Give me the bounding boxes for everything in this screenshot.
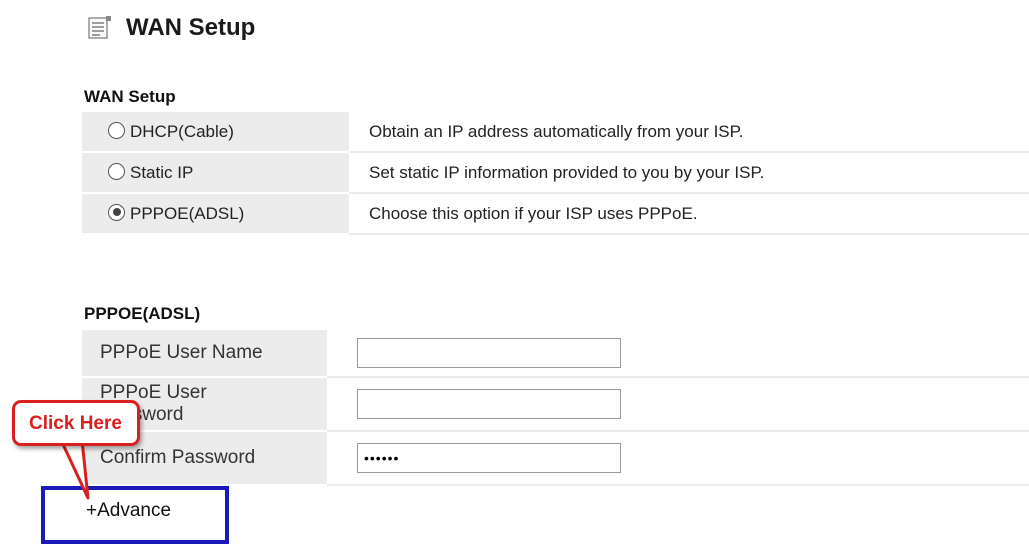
pppoe-user-name-input[interactable]	[357, 338, 621, 368]
option-description: Choose this option if your ISP uses PPPo…	[347, 193, 1029, 235]
option-label: DHCP(Cable)	[130, 121, 234, 141]
page-title: WAN Setup	[126, 14, 256, 41]
callout-text: Click Here	[29, 413, 122, 434]
document-list-icon	[88, 16, 111, 39]
wan-option-row: PPPOE(ADSL) Choose this option if your I…	[82, 193, 1029, 235]
pppoe-settings-table: PPPoE User Name PPPoE User Password Conf…	[82, 330, 1029, 486]
option-description: Set static IP information provided to yo…	[347, 152, 1029, 194]
wan-option-row: Static IP Set static IP information prov…	[82, 152, 1029, 194]
wan-option-dhcp[interactable]: DHCP(Cable)	[82, 112, 348, 153]
advance-link[interactable]: +Advance	[86, 500, 171, 522]
user-name-cell	[327, 330, 1029, 378]
form-row: PPPoE User Password	[82, 377, 1029, 432]
pppoe-password-input[interactable]	[357, 389, 621, 419]
option-description: Obtain an IP address automatically from …	[347, 112, 1029, 153]
wan-option-row: DHCP(Cable) Obtain an IP address automat…	[82, 112, 1029, 153]
radio-static-ip[interactable]	[108, 162, 125, 180]
option-label: Static IP	[130, 162, 194, 182]
form-row: PPPoE User Name	[82, 330, 1029, 378]
radio-pppoe[interactable]	[108, 203, 125, 221]
callout-pointer	[59, 440, 90, 500]
confirm-password-cell	[327, 431, 1029, 486]
wan-setup-section-title: WAN Setup	[84, 87, 176, 106]
pppoe-section-title: PPPOE(ADSL)	[84, 304, 201, 323]
wan-type-table: DHCP(Cable) Obtain an IP address automat…	[82, 112, 1029, 235]
form-row: Confirm Password	[82, 431, 1029, 486]
radio-dhcp[interactable]	[108, 121, 125, 139]
page-header: WAN Setup	[88, 14, 255, 42]
wan-option-static-ip[interactable]: Static IP	[82, 152, 348, 194]
password-cell	[327, 377, 1029, 432]
click-here-callout: Click Here	[12, 400, 140, 446]
wan-option-pppoe[interactable]: PPPOE(ADSL)	[82, 193, 348, 235]
option-label: PPPOE(ADSL)	[130, 203, 245, 223]
user-name-label: PPPoE User Name	[82, 330, 327, 378]
confirm-password-input[interactable]	[357, 443, 621, 473]
